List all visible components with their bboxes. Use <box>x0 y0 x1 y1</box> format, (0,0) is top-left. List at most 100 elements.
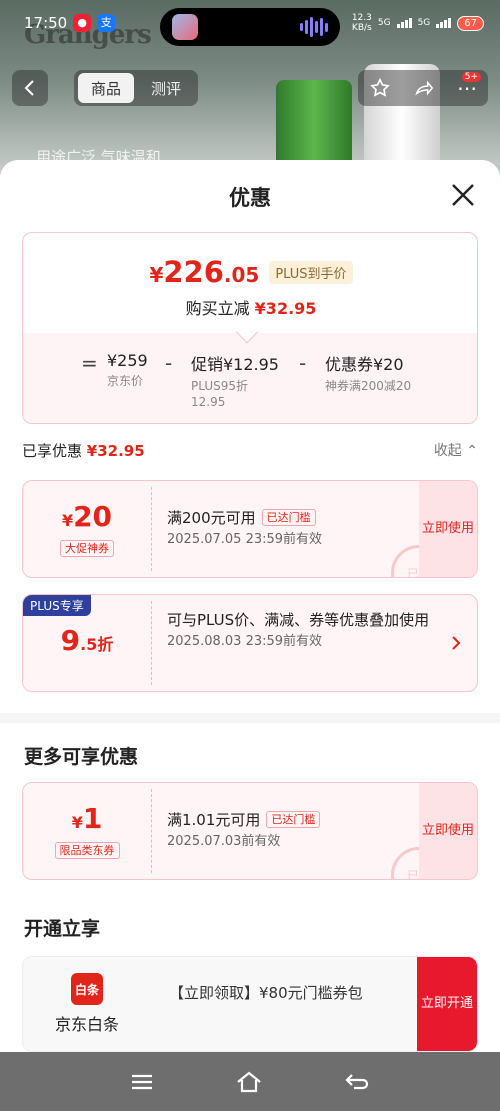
buy-discount-line: 购买立减 ¥32.95 <box>23 295 477 319</box>
top-navigation: 商品 测评 ⋯ 5+ <box>12 70 488 106</box>
formula-item-jd-price: ¥259 京东价 <box>107 351 148 389</box>
net-speed-value: 12.3 <box>351 13 372 23</box>
back-nav-icon[interactable] <box>344 1071 370 1093</box>
battery-indicator: 67 <box>457 15 484 31</box>
price-decimal: .05 <box>223 263 260 287</box>
open-now-button[interactable]: 立即开通 <box>417 957 477 1051</box>
buy-label: 购买立减 <box>185 299 250 318</box>
dynamic-island[interactable] <box>160 8 340 46</box>
coupon-currency: ¥ <box>71 812 83 832</box>
use-now-button[interactable]: 立即使用 <box>419 481 477 577</box>
home-icon[interactable] <box>235 1070 263 1094</box>
price-formula: = ¥259 京东价 - 促销¥12.95 PLUS95折 12.95 - 优惠… <box>23 320 477 423</box>
chevron-right-icon[interactable] <box>451 635 461 651</box>
menu-icon[interactable] <box>130 1072 154 1092</box>
formula-value: 优惠券¥20 <box>325 355 404 374</box>
formula-item-coupon: 优惠券¥20 神券满200减20 <box>325 351 411 394</box>
coupon-amount: 1 <box>82 801 103 835</box>
product-tabs: 商品 测评 <box>74 70 198 106</box>
coupon-description: 可与PLUS价、满减、券等优惠叠加使用 <box>167 611 430 629</box>
formula-sub-2: 12.95 <box>191 395 226 409</box>
section-gap <box>0 713 500 723</box>
coupon-divider <box>151 487 152 571</box>
baitiao-brand: 白条 京东白条 <box>23 957 151 1051</box>
plus-price-tag: PLUS到手价 <box>269 260 353 284</box>
alipay-icon: 支 <box>97 14 116 32</box>
coupon-info: 满200元可用 已达门槛 2025.07.05 23:59前有效 <box>167 507 405 551</box>
signal-bars-icon <box>396 18 412 28</box>
price-currency: ¥ <box>149 263 164 287</box>
baitiao-logo-icon: 白条 <box>71 973 103 1005</box>
close-icon[interactable] <box>450 182 476 208</box>
signal-label-1: 5G <box>377 18 391 28</box>
coupon-expiry: 2025.07.03前有效 <box>167 834 281 849</box>
enjoyed-discount: 已享优惠 ¥32.95 <box>22 440 145 461</box>
status-time: 17:50 <box>24 14 68 32</box>
chevron-up-icon: ⌃ <box>466 443 478 459</box>
coupon-info: 满1.01元可用 已达门槛 2025.07.03前有效 <box>167 809 405 853</box>
coupon-amount-sub: .5折 <box>80 635 114 654</box>
coupon-tag: 大促神券 <box>60 539 114 557</box>
discount-sheet: 优惠 ¥226.05 PLUS到手价 购买立减 ¥32.95 = ¥259 京东… <box>0 160 500 1052</box>
baitiao-description: 【立即领取】¥80元门槛券包 <box>169 984 363 1002</box>
back-button[interactable] <box>12 70 48 106</box>
coupon-card-category[interactable]: ¥1 限品类东券 满1.01元可用已达门槛 2025.07.03前有效 已领 立… <box>22 782 478 880</box>
system-navigation-bar <box>0 1052 500 1111</box>
coupon-expiry: 2025.07.05 23:59前有效 <box>167 532 323 547</box>
collapse-label: 收起 <box>433 443 462 459</box>
coupon-status-badge: 已达门槛 <box>266 811 321 828</box>
formula-value: 促销¥12.95 <box>191 355 279 374</box>
use-now-button[interactable]: 立即使用 <box>419 783 477 879</box>
enjoyed-label: 已享优惠 <box>22 442 83 460</box>
coupon-card-plus[interactable]: PLUS专享 9.5折 可与PLUS价、满减、券等优惠叠加使用 2025.08.… <box>22 594 478 692</box>
coupon-condition: 满200元可用 <box>167 509 256 527</box>
formula-item-promo: 促销¥12.95 PLUS95折 12.95 <box>191 351 279 410</box>
tab-review[interactable]: 测评 <box>138 73 194 103</box>
coupon-value: ¥1 限品类东券 <box>23 783 151 879</box>
share-icon[interactable] <box>413 77 435 99</box>
coupon-status-badge: 已达门槛 <box>261 509 316 526</box>
notch-arrow <box>235 320 259 344</box>
signal-bars-icon <box>436 18 452 28</box>
formula-sub: 京东价 <box>107 374 144 388</box>
coupon-value: 9.5折 <box>23 595 151 691</box>
final-price: ¥226.05 PLUS到手价 <box>23 255 477 289</box>
net-speed-unit: KB/s <box>351 23 372 33</box>
price-integer: 226 <box>163 255 224 289</box>
more-button[interactable]: ⋯ 5+ <box>457 72 481 100</box>
formula-sub: 神券满200减20 <box>325 379 412 393</box>
minus-sign: - <box>165 351 173 375</box>
minus-sign: - <box>299 351 307 375</box>
equals-sign: = <box>81 351 98 375</box>
open-benefit-title: 开通立享 <box>24 918 101 940</box>
enjoyed-amount: ¥32.95 <box>86 442 145 460</box>
coupon-expiry: 2025.08.03 23:59前有效 <box>167 634 323 649</box>
music-thumbnail-icon <box>172 14 198 40</box>
baitiao-card[interactable]: 白条 京东白条 【立即领取】¥80元门槛券包 立即开通 <box>22 956 478 1052</box>
coupon-card-daocu[interactable]: ¥20 大促神券 满200元可用 已达门槛 2025.07.05 23:59前有效… <box>22 480 478 578</box>
weibo-icon: ● <box>73 14 92 32</box>
coupon-amount: 9 <box>60 624 81 657</box>
coupon-value: ¥20 大促神券 <box>23 481 151 577</box>
coupon-amount: 20 <box>73 499 113 533</box>
chevron-left-icon <box>24 80 34 96</box>
coupon-info: 可与PLUS价、满减、券等优惠叠加使用 2025.08.03 23:59前有效 <box>167 609 437 653</box>
signal-label-2: 5G <box>417 18 431 28</box>
coupon-tag: 限品类东券 <box>54 841 120 859</box>
message-badge: 5+ <box>461 72 481 82</box>
sheet-title: 优惠 <box>229 186 271 210</box>
star-icon[interactable] <box>369 77 391 99</box>
system-indicators: 12.3 KB/s 5G 5G 67 <box>352 13 484 33</box>
baitiao-name: 京东白条 <box>54 1015 119 1034</box>
coupon-condition: 满1.01元可用 <box>167 811 261 829</box>
coupon-currency: ¥ <box>61 510 74 530</box>
formula-sub: PLUS95折 <box>191 379 248 393</box>
screen: Grangers 用途广泛 气味温和 17:50 ● 支 12.3 KB/s 5G… <box>0 0 500 1111</box>
price-summary-box: ¥226.05 PLUS到手价 购买立减 ¥32.95 = ¥259 京东价 -… <box>22 232 478 424</box>
tab-product[interactable]: 商品 <box>78 73 134 103</box>
coupon-divider <box>151 789 152 873</box>
collapse-button[interactable]: 收起 ⌃ <box>434 440 478 460</box>
more-discounts-title: 更多可享优惠 <box>24 746 139 768</box>
buy-amount: ¥32.95 <box>254 299 317 318</box>
audio-wave-icon <box>300 17 328 37</box>
